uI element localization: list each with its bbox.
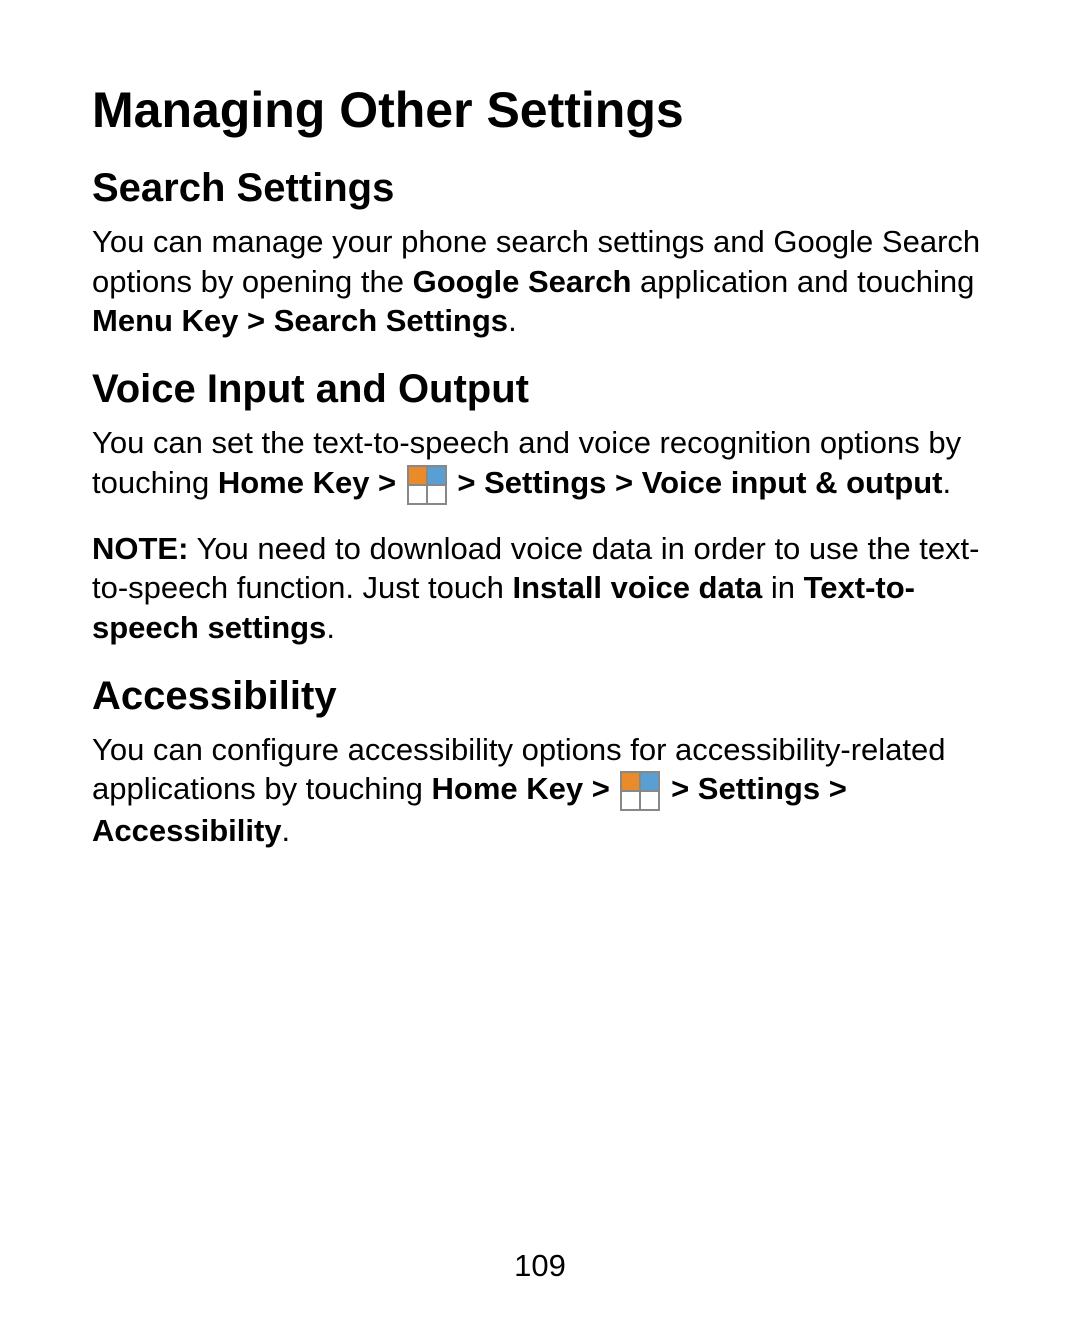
apps-grid-icon	[620, 771, 660, 811]
section-search-settings: Search Settings You can manage your phon…	[92, 164, 988, 341]
text: .	[326, 610, 335, 645]
text: .	[282, 813, 291, 848]
text-bold: > Settings > Voice input & output	[449, 465, 943, 500]
note-label: NOTE:	[92, 531, 188, 566]
page-number: 109	[0, 1248, 1080, 1284]
text: in	[762, 570, 803, 605]
paragraph-voice-1: You can set the text-to-speech and voice…	[92, 423, 988, 504]
text-bold: Home Key >	[218, 465, 405, 500]
paragraph-voice-note: NOTE: You need to download voice data in…	[92, 529, 988, 648]
apps-grid-icon	[407, 465, 447, 505]
text-bold: Google Search	[413, 264, 632, 299]
text: .	[508, 303, 517, 338]
heading-voice-input-output: Voice Input and Output	[92, 365, 988, 413]
text-bold: Menu Key > Search Settings	[92, 303, 508, 338]
page-title: Managing Other Settings	[92, 80, 988, 140]
document-page: Managing Other Settings Search Settings …	[0, 0, 1080, 1320]
paragraph-search-settings: You can manage your phone search setting…	[92, 222, 988, 341]
paragraph-accessibility: You can configure accessibility options …	[92, 730, 988, 851]
text-bold: Install voice data	[512, 570, 762, 605]
text: application and touching	[631, 264, 974, 299]
heading-accessibility: Accessibility	[92, 672, 988, 720]
text-bold: Home Key >	[432, 771, 619, 806]
section-voice-input-output: Voice Input and Output You can set the t…	[92, 365, 988, 648]
heading-search-settings: Search Settings	[92, 164, 988, 212]
text: .	[943, 465, 952, 500]
section-accessibility: Accessibility You can configure accessib…	[92, 672, 988, 851]
